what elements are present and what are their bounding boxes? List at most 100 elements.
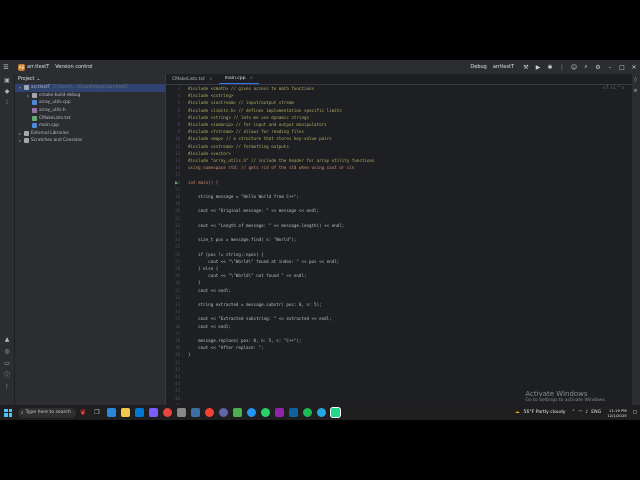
code-line[interactable]: #include <cmath> // gives access to math… bbox=[188, 86, 314, 91]
code-line[interactable]: string message = "Hello World from C++"; bbox=[188, 194, 299, 199]
whatsapp-icon[interactable] bbox=[260, 408, 270, 417]
git-tool-icon[interactable]: ᚴ bbox=[3, 384, 11, 392]
code-area[interactable]: #include <cmath> // gives access to math… bbox=[188, 86, 628, 406]
user-icon[interactable]: ☺ bbox=[570, 63, 578, 71]
discord-icon[interactable] bbox=[218, 408, 228, 417]
project-panel-header[interactable]: Project ⌄ bbox=[15, 74, 165, 84]
weather-text[interactable]: 56°F Partly cloudy bbox=[524, 410, 566, 415]
code-line[interactable]: message.replace( pos: 0, n: 5, s: "C++")… bbox=[188, 338, 301, 343]
build-config-selector[interactable]: Debug bbox=[470, 64, 486, 70]
line-number: 34 bbox=[175, 309, 180, 315]
code-line[interactable]: } bbox=[188, 280, 201, 285]
tab-close-icon[interactable]: × bbox=[250, 76, 254, 81]
app-icon-3[interactable] bbox=[204, 408, 214, 417]
teams-icon[interactable] bbox=[148, 408, 158, 417]
code-line[interactable]: cout << "Original message: " << message … bbox=[188, 208, 319, 213]
project-tree-item[interactable]: ▸ cmake-build-debug bbox=[15, 92, 165, 100]
settings-gear-icon[interactable]: ⚙ bbox=[594, 63, 602, 71]
commit-tool-icon[interactable]: ◆ bbox=[3, 88, 11, 96]
run-icon[interactable]: ▶ bbox=[534, 63, 542, 71]
services-tool-icon[interactable]: ◎ bbox=[3, 348, 11, 356]
project-tree-item[interactable]: ▾ arr.tlestT C:\Users\...\CLionProjects\ar… bbox=[15, 84, 165, 92]
code-line[interactable]: #include <sstream> // formatting outputs bbox=[188, 144, 289, 149]
project-tree-item[interactable]: array_utils.cpp bbox=[15, 99, 165, 107]
code-line[interactable]: } bbox=[188, 352, 191, 357]
code-line[interactable]: #include <iomanip> // for input and outp… bbox=[188, 122, 327, 127]
code-line[interactable]: #include "array_utils.h" // include the … bbox=[188, 158, 375, 163]
code-line[interactable]: cout << "Length of message: " << message… bbox=[188, 223, 344, 228]
code-line[interactable]: #include <map> // a structure that store… bbox=[188, 136, 332, 141]
language-indicator[interactable]: ENG bbox=[591, 410, 601, 415]
code-line[interactable]: cout << endl; bbox=[188, 288, 231, 293]
line-number: 20 bbox=[175, 208, 180, 214]
project-tree-item[interactable]: ▸ Scratches and Consoles bbox=[15, 137, 165, 145]
code-line[interactable]: cout << endl; bbox=[188, 324, 231, 329]
app-icon-1[interactable] bbox=[176, 408, 186, 417]
code-line[interactable]: cout << "\"World\" found at index: " << … bbox=[188, 259, 339, 264]
code-line[interactable]: cout << "Extracted substring: " << extra… bbox=[188, 316, 332, 321]
clion-icon[interactable] bbox=[329, 407, 341, 418]
minimize-icon[interactable]: – bbox=[606, 63, 614, 71]
tray-chevron-icon[interactable]: ⌃ bbox=[571, 410, 575, 415]
code-line[interactable]: #include <string> // lets me use dynamic… bbox=[188, 115, 309, 120]
debug-icon[interactable]: ✱ bbox=[546, 63, 554, 71]
editor-tab[interactable]: main.cpp × bbox=[218, 74, 260, 84]
windows-start-icon[interactable] bbox=[4, 408, 12, 417]
chrome-icon[interactable] bbox=[162, 408, 172, 417]
line-number: 14 bbox=[175, 165, 180, 171]
network-icon[interactable]: ◠ bbox=[578, 410, 582, 415]
clock[interactable]: 11:19 PM 12/1/2025 bbox=[607, 408, 626, 418]
app-icon-6[interactable] bbox=[274, 408, 284, 417]
volume-icon[interactable]: ♪ bbox=[585, 410, 588, 415]
code-line[interactable]: int main() { bbox=[188, 180, 218, 185]
code-line[interactable]: size_t pos = message.find( s: "World"); bbox=[188, 237, 296, 242]
app-icon-5[interactable] bbox=[246, 408, 256, 417]
more-actions-icon[interactable]: ⋮ bbox=[558, 63, 566, 71]
close-icon[interactable]: ✕ bbox=[630, 63, 638, 71]
code-line[interactable]: using namespace std; // gets rid of the … bbox=[188, 165, 354, 170]
cmake-tool-icon[interactable]: ▲ bbox=[3, 336, 11, 344]
task-view-icon[interactable]: ❐ bbox=[93, 408, 102, 417]
notification-center-icon[interactable]: ▢ bbox=[633, 410, 637, 415]
spotify-icon[interactable] bbox=[302, 408, 312, 417]
app-icon-2[interactable] bbox=[190, 408, 200, 417]
code-line[interactable]: cout << "After replace: "; bbox=[188, 345, 264, 350]
search-icon[interactable]: ⌕ bbox=[582, 63, 590, 71]
code-line[interactable]: #include <limits.h> // defines implement… bbox=[188, 108, 342, 113]
terminal-tool-icon[interactable]: ▭ bbox=[3, 360, 11, 368]
edge-browser-icon[interactable] bbox=[106, 408, 116, 417]
code-line[interactable]: } else { bbox=[188, 266, 218, 271]
code-line[interactable]: #include <cstring> bbox=[188, 93, 233, 98]
project-tool-icon[interactable]: ▣ bbox=[3, 77, 11, 85]
project-switcher[interactable]: arr.tlestT bbox=[27, 64, 49, 70]
build-hammer-icon[interactable]: ⚒ bbox=[522, 63, 530, 71]
code-line[interactable]: string extracted = message.substr( pos: … bbox=[188, 302, 322, 307]
file-explorer-icon[interactable] bbox=[120, 408, 130, 417]
project-tree-item[interactable]: array_utils.h bbox=[15, 107, 165, 115]
editor-tab[interactable]: CMakeLists.txt × bbox=[166, 75, 219, 84]
project-tree-item[interactable]: ▸ External Libraries bbox=[15, 130, 165, 138]
app-icon-4[interactable] bbox=[232, 408, 242, 417]
run-target-selector[interactable]: arrtlestT bbox=[493, 64, 514, 70]
telegram-icon[interactable] bbox=[316, 408, 326, 417]
run-main-gutter-icon[interactable]: ▶ bbox=[175, 180, 178, 185]
code-line[interactable]: if (pos != string::npos) { bbox=[188, 252, 264, 257]
tab-close-icon[interactable]: × bbox=[209, 77, 213, 82]
project-tree-item[interactable]: CMakeLists.txt bbox=[15, 114, 165, 122]
vscode-icon[interactable] bbox=[288, 408, 298, 417]
structure-tool-icon[interactable]: ⁝ bbox=[3, 99, 11, 107]
taskbar-search-input[interactable]: ⌕ Type here to search bbox=[18, 407, 76, 418]
code-line[interactable]: cout << "\"World\" not found " << endl; bbox=[188, 273, 306, 278]
project-tree-item[interactable]: main.cpp bbox=[15, 122, 165, 130]
vcs-menu[interactable]: Version control bbox=[55, 64, 92, 70]
code-line[interactable]: #include <vector> bbox=[188, 151, 231, 156]
database-icon[interactable]: ≡ bbox=[632, 88, 639, 95]
code-line[interactable]: #include <iostream> // input/output stre… bbox=[188, 100, 294, 105]
code-line[interactable]: #include <fstream> // allows for reading… bbox=[188, 129, 304, 134]
maximize-icon[interactable]: □ bbox=[618, 63, 626, 71]
widget-maple-leaf-icon[interactable]: ❦ bbox=[79, 408, 88, 417]
store-icon[interactable] bbox=[134, 408, 144, 417]
problems-tool-icon[interactable]: ⓘ bbox=[3, 372, 11, 380]
notifications-icon[interactable]: ◊ bbox=[632, 77, 639, 84]
hamburger-menu-icon[interactable]: ☰ bbox=[2, 63, 10, 71]
